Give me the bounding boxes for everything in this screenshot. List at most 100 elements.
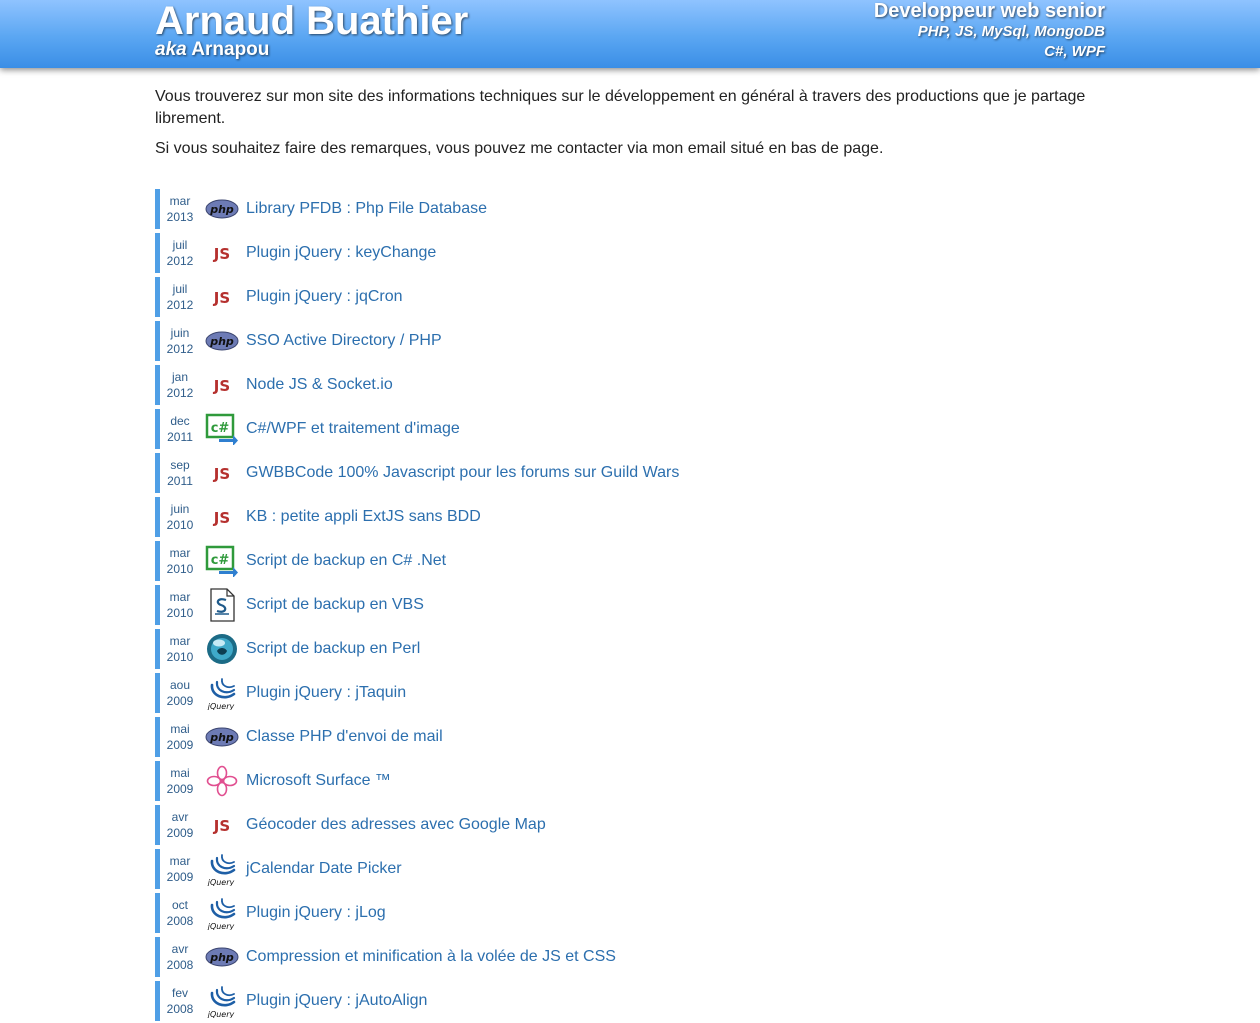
list-item[interactable]: mar 2010 c# Script de backup en C# .Net bbox=[155, 539, 1055, 583]
svg-text:php: php bbox=[209, 203, 234, 216]
list-item[interactable]: jan 2012 JS Node JS & Socket.io bbox=[155, 363, 1055, 407]
perl-icon bbox=[205, 632, 239, 666]
item-year: 2008 bbox=[166, 1002, 194, 1016]
item-link[interactable]: Plugin jQuery : jAutoAlign bbox=[246, 992, 427, 1010]
item-year: 2010 bbox=[166, 606, 194, 620]
item-link[interactable]: Script de backup en Perl bbox=[246, 640, 420, 658]
item-month: fev bbox=[171, 986, 188, 1000]
site-title[interactable]: Arnaud Buathier bbox=[155, 0, 468, 42]
svg-text:JS: JS bbox=[213, 377, 230, 395]
item-link[interactable]: Plugin jQuery : jqCron bbox=[246, 288, 403, 306]
list-item[interactable]: mar 2013 php Library PFDB : Php File Databa… bbox=[155, 187, 1055, 231]
item-month: mai bbox=[170, 722, 190, 736]
list-item[interactable]: sep 2011 JS GWBBCode 100% Javascript pour l… bbox=[155, 451, 1055, 495]
item-link[interactable]: Library PFDB : Php File Database bbox=[246, 200, 487, 218]
list-item[interactable]: juin 2010 JS KB : petite appli ExtJS sans B… bbox=[155, 495, 1055, 539]
item-link[interactable]: C#/WPF et traitement d'image bbox=[246, 420, 460, 438]
item-year: 2008 bbox=[166, 958, 194, 972]
intro-paragraph-2: Si vous souhaitez faire des remarques, v… bbox=[155, 140, 884, 157]
php-icon: php bbox=[205, 720, 239, 754]
item-link[interactable]: Microsoft Surface ™ bbox=[246, 772, 391, 790]
svg-text:php: php bbox=[209, 335, 234, 348]
item-month: sep bbox=[170, 458, 190, 472]
item-link[interactable]: GWBBCode 100% Javascript pour les forums… bbox=[246, 464, 679, 482]
item-month: mar bbox=[169, 546, 191, 560]
item-date: dec 2011 bbox=[155, 409, 200, 449]
svg-text:php: php bbox=[209, 951, 234, 964]
item-link[interactable]: Plugin jQuery : jTaquin bbox=[246, 684, 406, 702]
js-icon: JS bbox=[205, 236, 239, 270]
item-month: mar bbox=[169, 194, 191, 208]
item-year: 2009 bbox=[166, 694, 194, 708]
list-item[interactable]: mai 2009 Microsoft Surface ™ bbox=[155, 759, 1055, 803]
intro-paragraph-1: Vous trouverez sur mon site des informat… bbox=[155, 88, 1086, 127]
item-year: 2009 bbox=[166, 738, 194, 752]
list-item[interactable]: juil 2012 JS Plugin jQuery : keyChange bbox=[155, 231, 1055, 275]
item-year: 2012 bbox=[166, 254, 194, 268]
list-item[interactable]: juin 2012 php SSO Active Directory / PHP bbox=[155, 319, 1055, 363]
item-link[interactable]: Script de backup en VBS bbox=[246, 596, 424, 614]
js-icon: JS bbox=[205, 368, 239, 402]
list-item[interactable]: oct 2008 jQuery Plugin jQuery : jLog bbox=[155, 891, 1055, 935]
item-link[interactable]: Plugin jQuery : jLog bbox=[246, 904, 386, 922]
js-icon: JS bbox=[205, 808, 239, 842]
item-year: 2010 bbox=[166, 562, 194, 576]
svg-text:php: php bbox=[209, 731, 234, 744]
list-item[interactable]: aou 2009 jQuery Plugin jQuery : jTaquin bbox=[155, 671, 1055, 715]
svg-text:JS: JS bbox=[213, 465, 230, 483]
csharp-icon: c# bbox=[205, 412, 239, 446]
item-link[interactable]: SSO Active Directory / PHP bbox=[246, 332, 442, 350]
brand[interactable]: Arnaud Buathier aka Arnapou bbox=[155, 0, 468, 60]
item-date: juin 2010 bbox=[155, 497, 200, 537]
js-icon: JS bbox=[205, 280, 239, 314]
item-year: 2008 bbox=[166, 914, 194, 928]
item-link[interactable]: Plugin jQuery : keyChange bbox=[246, 244, 436, 262]
item-date: mar 2010 bbox=[155, 541, 200, 581]
alias-prefix: aka bbox=[155, 39, 187, 60]
jquery-icon: jQuery bbox=[205, 896, 239, 930]
list-item[interactable]: mai 2009 php Classe PHP d'envoi de mail bbox=[155, 715, 1055, 759]
jquery-icon: jQuery bbox=[205, 852, 239, 886]
item-link[interactable]: Géocoder des adresses avec Google Map bbox=[246, 816, 546, 834]
item-month: jan bbox=[171, 370, 188, 384]
svg-text:JS: JS bbox=[213, 289, 230, 307]
item-link[interactable]: Classe PHP d'envoi de mail bbox=[246, 728, 443, 746]
php-icon: php bbox=[205, 324, 239, 358]
item-link[interactable]: Compression et minification à la volée d… bbox=[246, 948, 616, 966]
item-month: mai bbox=[170, 766, 190, 780]
list-item[interactable]: juil 2012 JS Plugin jQuery : jqCron bbox=[155, 275, 1055, 319]
item-date: oct 2008 bbox=[155, 893, 200, 933]
svg-text:jQuery: jQuery bbox=[207, 878, 235, 886]
item-date: juil 2012 bbox=[155, 277, 200, 317]
list-item[interactable]: avr 2008 php Compression et minification à … bbox=[155, 935, 1055, 979]
site-header: Arnaud Buathier aka Arnapou Developpeur … bbox=[0, 0, 1260, 68]
list-item[interactable]: avr 2009 JS Géocoder des adresses avec Goog… bbox=[155, 803, 1055, 847]
item-date: mar 2010 bbox=[155, 629, 200, 669]
item-month: avr bbox=[171, 942, 189, 956]
item-link[interactable]: KB : petite appli ExtJS sans BDD bbox=[246, 508, 481, 526]
php-icon: php bbox=[205, 192, 239, 226]
item-date: mar 2010 bbox=[155, 585, 200, 625]
item-year: 2012 bbox=[166, 342, 194, 356]
item-date: sep 2011 bbox=[155, 453, 200, 493]
js-icon: JS bbox=[205, 500, 239, 534]
item-date: mai 2009 bbox=[155, 761, 200, 801]
list-item[interactable]: mar 2010 Script de backup en Perl bbox=[155, 627, 1055, 671]
item-link[interactable]: jCalendar Date Picker bbox=[246, 860, 402, 878]
list-item[interactable]: fev 2008 jQuery Plugin jQuery : jAutoAlign bbox=[155, 979, 1055, 1023]
js-icon: JS bbox=[205, 456, 239, 490]
list-item[interactable]: dec 2011 c# C#/WPF et traitement d'image bbox=[155, 407, 1055, 451]
role-skills-1: PHP, JS, MySql, MongoDB bbox=[917, 23, 1105, 40]
item-month: dec bbox=[170, 414, 190, 428]
item-date: fev 2008 bbox=[155, 981, 200, 1021]
item-link[interactable]: Script de backup en C# .Net bbox=[246, 552, 446, 570]
list-item[interactable]: mar 2009 jQuery jCalendar Date Picker bbox=[155, 847, 1055, 891]
item-month: juil bbox=[172, 238, 188, 252]
item-year: 2012 bbox=[166, 298, 194, 312]
item-date: avr 2009 bbox=[155, 805, 200, 845]
item-link[interactable]: Node JS & Socket.io bbox=[246, 376, 393, 394]
item-month: avr bbox=[171, 810, 189, 824]
list-item[interactable]: mar 2010 Script de backup en VBS bbox=[155, 583, 1055, 627]
item-year: 2011 bbox=[167, 474, 193, 488]
item-date: jan 2012 bbox=[155, 365, 200, 405]
